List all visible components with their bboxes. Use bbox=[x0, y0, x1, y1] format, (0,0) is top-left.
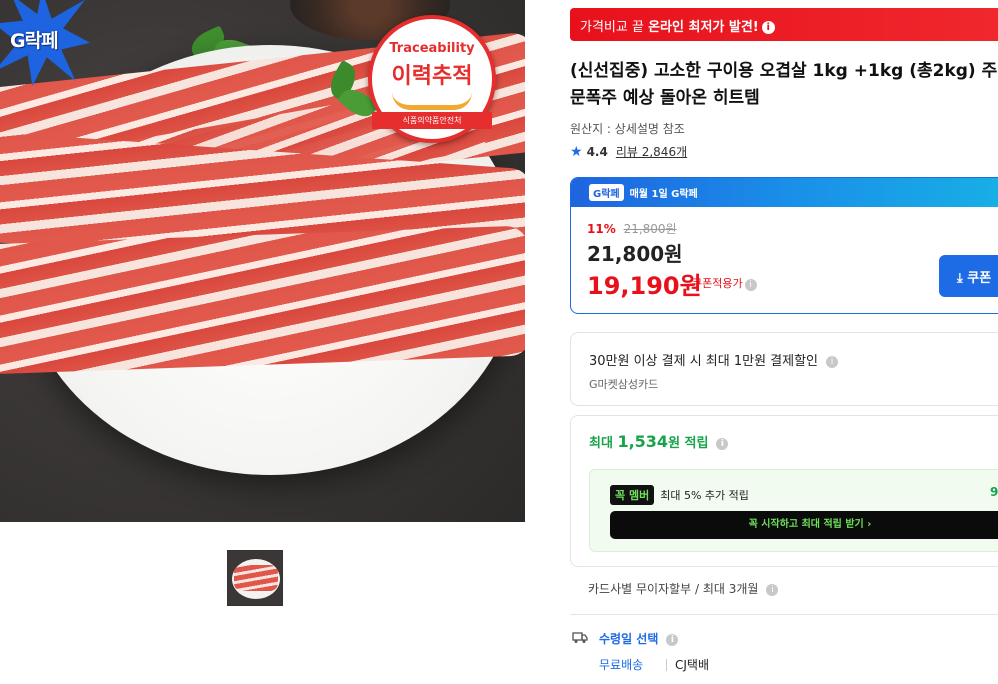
truck-icon bbox=[572, 632, 588, 643]
help-icon[interactable]: i bbox=[826, 356, 839, 368]
card-discount-subtitle: G마켓삼성카드 bbox=[589, 378, 659, 391]
star-icon: ★ bbox=[570, 143, 583, 160]
original-price: 21,800원 bbox=[623, 222, 677, 236]
coupon-download-button[interactable]: ⤓ 쿠폰 bbox=[939, 255, 998, 297]
g-festival-logo: G락페 bbox=[589, 184, 624, 201]
reward-box: 최대 1,534원 적립 i 꼭 멤버 최대 5% 추가 적립 9 꼭 시작하고 … bbox=[570, 415, 998, 567]
delivery-date-select-label: 수령일 선택 bbox=[599, 632, 659, 646]
reward-prefix: 최대 bbox=[589, 436, 618, 451]
traceability-seal-org: 식품의약품안전처 bbox=[372, 112, 492, 129]
coupon-download-label: 쿠폰 bbox=[967, 271, 992, 286]
card-discount-title: 30만원 이상 결제 시 최대 1만원 결제할인 i bbox=[589, 350, 839, 369]
help-icon[interactable]: i bbox=[766, 584, 779, 596]
reward-title: 최대 1,534원 적립 i bbox=[589, 432, 729, 451]
thumbnail-meat bbox=[234, 565, 278, 591]
card-discount-box[interactable]: 30만원 이상 결제 시 최대 1만원 결제할인 i G마켓삼성카드 bbox=[570, 332, 998, 406]
card-discount-title-text: 30만원 이상 결제 시 최대 1만원 결제할인 bbox=[589, 354, 819, 369]
reward-amount: 1,534 bbox=[617, 432, 669, 451]
membership-line: 꼭 멤버 최대 5% 추가 적립 bbox=[610, 485, 749, 505]
membership-extra-value: 9 bbox=[990, 485, 998, 499]
traceability-seal-en: Traceability bbox=[389, 41, 475, 56]
price-box-header-text: 매월 1일 G락페 bbox=[629, 189, 698, 200]
compare-banner-prefix: 가격비교 끝 bbox=[580, 20, 649, 35]
discount-rate: 11% bbox=[587, 222, 616, 236]
price-compare-banner[interactable]: 가격비교 끝 온라인 최저가 발견! i bbox=[570, 8, 998, 41]
g-festival-badge: G락페 bbox=[0, 0, 96, 86]
courier-name: CJ택배 bbox=[675, 658, 709, 672]
traceability-seal-ko: 이력추적 bbox=[391, 64, 473, 89]
product-main-image[interactable]: G락페 Traceability 이력추적 식품의약품안전처 bbox=[0, 0, 525, 522]
sale-price: 21,800원 bbox=[587, 242, 683, 266]
price-box-header: G락페 매월 1일 G락페 bbox=[571, 178, 998, 207]
membership-badge: 꼭 멤버 bbox=[610, 485, 655, 505]
delivery-date-select[interactable]: 수령일 선택 i bbox=[599, 630, 679, 647]
price-box: G락페 매월 1일 G락페 11% 21,800원 21,800원 19,190… bbox=[570, 177, 998, 314]
pork-belly-slice bbox=[0, 225, 525, 375]
seal-arc-decoration bbox=[392, 92, 472, 110]
coupon-price-label: 쿠폰적용가 i bbox=[692, 275, 757, 291]
help-icon[interactable]: i bbox=[716, 438, 729, 450]
coupon-price: 19,190원 bbox=[587, 272, 702, 300]
traceability-seal: Traceability 이력추적 식품의약품안전처 bbox=[368, 15, 496, 143]
section-divider bbox=[570, 614, 998, 615]
coupon-price-label-text: 쿠폰적용가 bbox=[692, 277, 743, 290]
product-rating: ★ 4.4 리뷰 2,846개 bbox=[570, 143, 687, 160]
delivery-separator bbox=[666, 659, 667, 671]
review-count-link[interactable]: 리뷰 2,846개 bbox=[616, 143, 687, 160]
download-icon: ⤓ bbox=[957, 271, 963, 286]
help-icon[interactable]: i bbox=[744, 279, 757, 291]
membership-start-button[interactable]: 꼭 시작하고 최대 적립 받기 › bbox=[610, 511, 998, 539]
product-info-panel: 가격비교 끝 온라인 최저가 발견! i (신선집중) 고소한 구이용 오겹살 1… bbox=[570, 0, 998, 684]
free-shipping-label: 무료배송 bbox=[599, 658, 644, 672]
membership-text: 최대 5% 추가 적립 bbox=[660, 489, 749, 502]
product-origin: 원산지 : 상세설명 참조 bbox=[570, 122, 685, 136]
installment-info: 카드사별 무이자할부 / 최대 3개월 i bbox=[588, 580, 779, 597]
help-icon[interactable]: i bbox=[666, 634, 679, 646]
rating-score: 4.4 bbox=[586, 144, 608, 159]
info-icon[interactable]: i bbox=[761, 21, 775, 34]
product-gallery: G락페 Traceability 이력추적 식품의약품안전처 bbox=[0, 0, 525, 684]
installment-text: 카드사별 무이자할부 / 최대 3개월 bbox=[588, 582, 759, 596]
reward-suffix: 원 적립 bbox=[668, 436, 709, 451]
compare-banner-highlight: 온라인 최저가 발견! bbox=[648, 20, 759, 35]
discount-row: 11% 21,800원 bbox=[587, 220, 677, 237]
product-thumbnail[interactable] bbox=[227, 550, 283, 606]
product-title: (신선집중) 고소한 구이용 오겹살 1kg +1kg (총2kg) 주문폭주 … bbox=[570, 61, 998, 108]
g-festival-badge-text: G락페 bbox=[10, 30, 59, 52]
membership-box: 꼭 멤버 최대 5% 추가 적립 9 꼭 시작하고 최대 적립 받기 › bbox=[589, 469, 998, 552]
